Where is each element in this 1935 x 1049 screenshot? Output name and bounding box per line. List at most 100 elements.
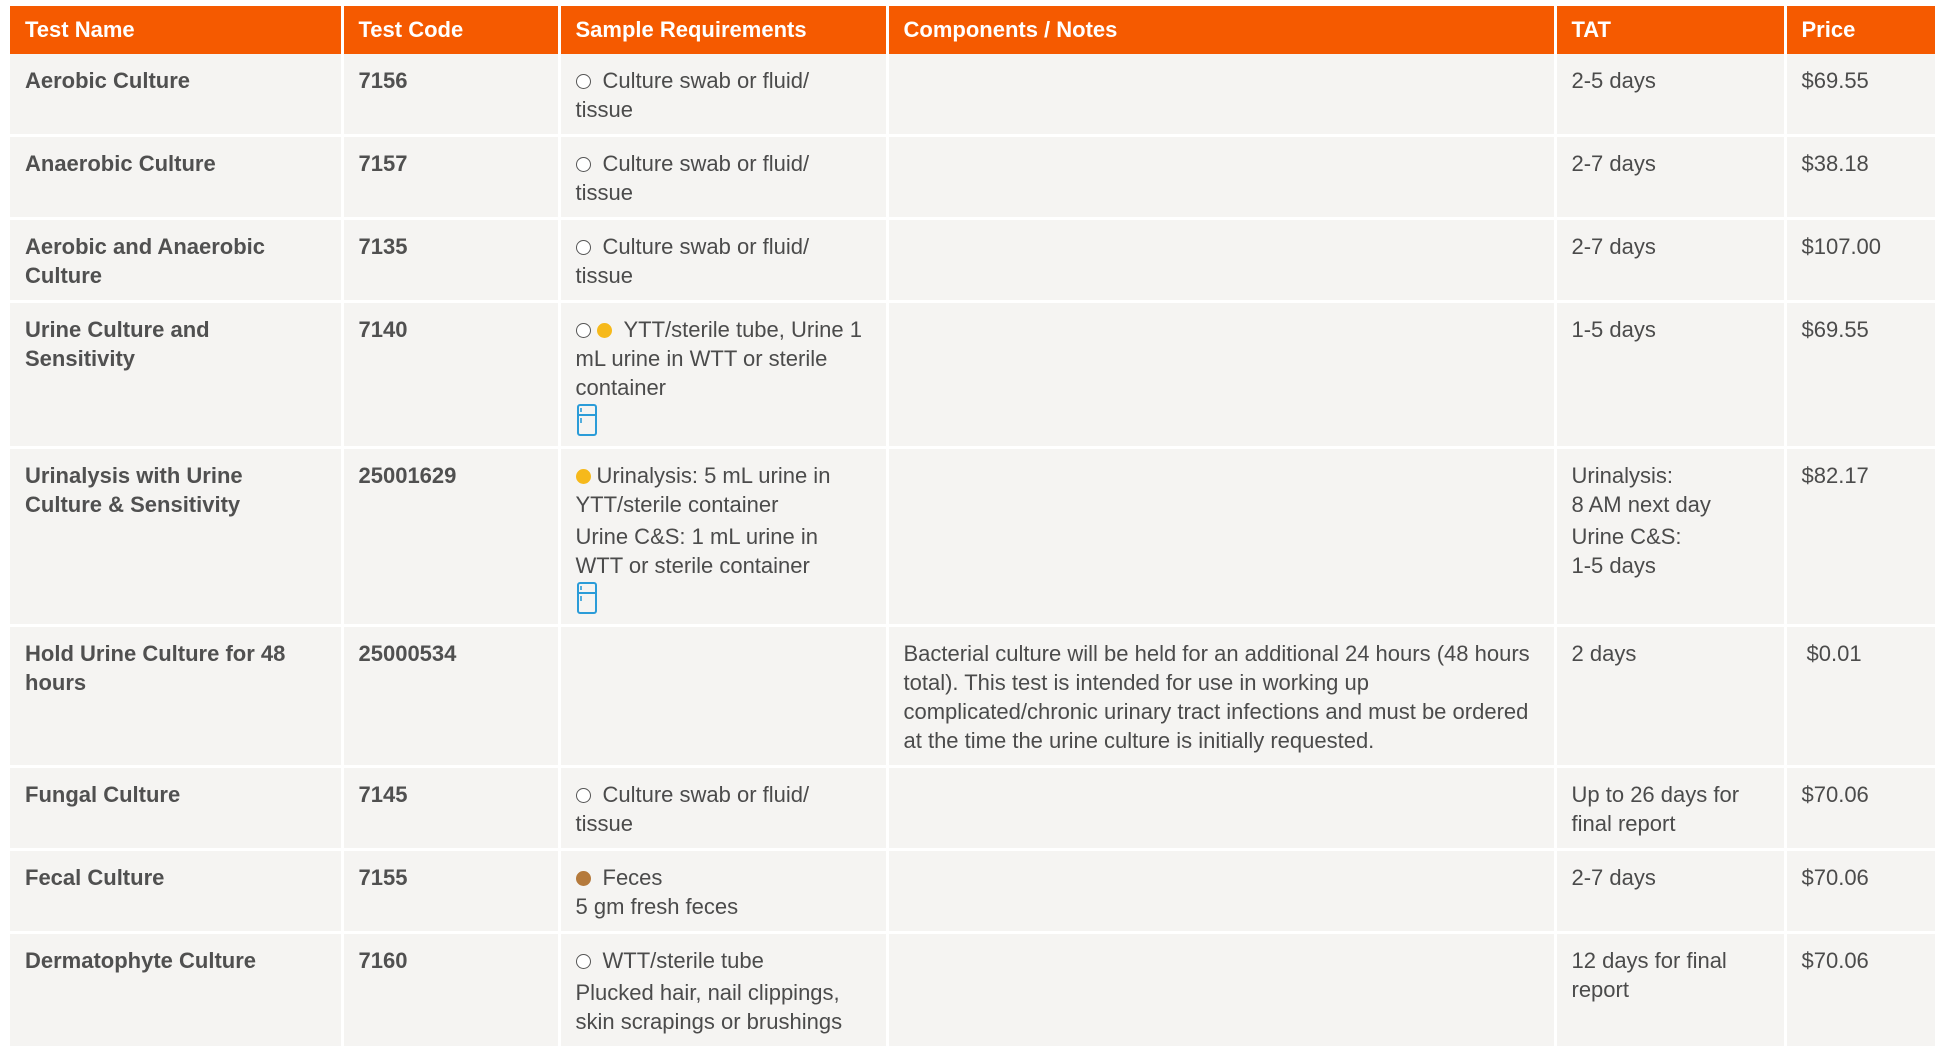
sample-text: Urinalysis: 5 mL urine in YTT/sterile co… xyxy=(575,463,831,517)
white-circle-icon xyxy=(575,157,591,172)
sample-text: WTT/sterile tube xyxy=(602,948,764,973)
sample-text: Plucked hair, nail clippings, skin scrap… xyxy=(575,980,843,1034)
header-tat: TAT xyxy=(1555,6,1787,54)
refrigerate-icon xyxy=(576,404,597,436)
tat-cell: 2-5 days xyxy=(1555,54,1787,137)
table-header-row: Test Name Test Code Sample Requirements … xyxy=(10,6,1935,54)
price-cell: $38.18 xyxy=(1785,135,1935,220)
table-row: Hold Urine Culture for 48 hours 25000534… xyxy=(10,625,1935,768)
notes-cell xyxy=(887,135,1557,220)
tat-cell: 12 days for final report xyxy=(1555,932,1787,1049)
tat-cell: 2-7 days xyxy=(1555,218,1787,303)
test-code-cell: 25001629 xyxy=(342,447,561,627)
tat-cell: Urinalysis: 8 AM next day Urine C&S: 1-5… xyxy=(1555,447,1787,627)
test-name-cell: Urine Culture and Sensitivity xyxy=(10,301,344,449)
sample-text: Culture swab or fluid/ tissue xyxy=(575,234,810,288)
test-name-cell: Aerobic Culture xyxy=(10,54,344,137)
price-cell: $82.17 xyxy=(1785,447,1935,627)
test-code-cell: 7135 xyxy=(342,218,561,303)
table-row: Urine Culture and Sensitivity 7140 YTT/s… xyxy=(10,301,1935,449)
test-code-cell: 7156 xyxy=(342,54,561,137)
sample-cell: YTT/sterile tube, Urine 1 mL urine in WT… xyxy=(559,301,889,449)
tat-cell: 2 days xyxy=(1555,625,1787,768)
table-row: Dermatophyte Culture 7160 WTT/sterile tu… xyxy=(10,932,1935,1049)
notes-cell xyxy=(887,766,1557,851)
sample-line: Urinalysis: 5 mL urine in YTT/sterile co… xyxy=(575,461,871,519)
culture-tests-table: Test Name Test Code Sample Requirements … xyxy=(10,6,1935,1049)
notes-cell xyxy=(887,54,1557,137)
header-sample-requirements: Sample Requirements xyxy=(559,6,889,54)
sample-text: Urine C&S: 1 mL urine in WTT or sterile … xyxy=(575,524,819,578)
test-code-cell: 7157 xyxy=(342,135,561,220)
yellow-circle-icon xyxy=(575,469,591,484)
test-name-cell: Aerobic and Anaerobic Culture xyxy=(10,218,344,303)
notes-cell xyxy=(887,218,1557,303)
header-test-code: Test Code xyxy=(342,6,561,54)
notes-cell: Bacterial culture will be held for an ad… xyxy=(887,625,1557,768)
test-name-cell: Fungal Culture xyxy=(10,766,344,851)
sample-line: Feces xyxy=(575,863,871,892)
table-row: Fecal Culture 7155 Feces 5 gm fresh fece… xyxy=(10,849,1935,934)
notes-cell xyxy=(887,932,1557,1049)
sample-text: Culture swab or fluid/ tissue xyxy=(575,151,810,205)
white-circle-icon xyxy=(575,240,591,255)
sample-cell: WTT/sterile tube Plucked hair, nail clip… xyxy=(559,932,889,1049)
tat-line: Urinalysis: xyxy=(1571,463,1673,488)
price-cell: $70.06 xyxy=(1785,766,1935,851)
test-code-cell: 7140 xyxy=(342,301,561,449)
header-components-notes: Components / Notes xyxy=(887,6,1557,54)
table-row: Urinalysis with Urine Culture & Sensitiv… xyxy=(10,447,1935,627)
test-code-cell: 25000534 xyxy=(342,625,561,768)
tat-line: Urine C&S: xyxy=(1571,524,1682,549)
tat-line: 1-5 days xyxy=(1571,553,1656,578)
refrigerate-icon xyxy=(576,582,597,614)
tat-cell: 2-7 days xyxy=(1555,135,1787,220)
sample-text: Feces xyxy=(602,865,663,890)
table-row: Aerobic and Anaerobic Culture 7135 Cultu… xyxy=(10,218,1935,303)
price-cell: $70.06 xyxy=(1785,932,1935,1049)
sample-cell: Urinalysis: 5 mL urine in YTT/sterile co… xyxy=(559,447,889,627)
test-code-cell: 7160 xyxy=(342,932,561,1049)
yellow-circle-icon xyxy=(596,323,612,338)
table-row: Fungal Culture 7145 Culture swab or flui… xyxy=(10,766,1935,851)
sample-cell: Culture swab or fluid/ tissue xyxy=(559,54,889,137)
test-name-cell: Hold Urine Culture for 48 hours xyxy=(10,625,344,768)
notes-cell xyxy=(887,447,1557,627)
sample-cell xyxy=(559,625,889,768)
sample-cell: Culture swab or fluid/ tissue xyxy=(559,135,889,220)
tat-cell: Up to 26 days for final report xyxy=(1555,766,1787,851)
tat-cell: 2-7 days xyxy=(1555,849,1787,934)
sample-text: 5 gm fresh feces xyxy=(575,894,739,919)
brown-circle-icon xyxy=(575,871,591,886)
sample-cell: Culture swab or fluid/ tissue xyxy=(559,218,889,303)
sample-text: Culture swab or fluid/ tissue xyxy=(575,68,810,122)
test-table-container: Test Name Test Code Sample Requirements … xyxy=(10,6,1935,1049)
tat-line: 8 AM next day xyxy=(1571,492,1711,517)
white-circle-icon xyxy=(575,954,591,969)
white-circle-icon xyxy=(575,74,591,89)
test-code-cell: 7145 xyxy=(342,766,561,851)
notes-cell xyxy=(887,849,1557,934)
test-name-cell: Urinalysis with Urine Culture & Sensitiv… xyxy=(10,447,344,627)
test-name-cell: Anaerobic Culture xyxy=(10,135,344,220)
table-row: Anaerobic Culture 7157 Culture swab or f… xyxy=(10,135,1935,220)
price-cell: $0.01 xyxy=(1785,625,1935,768)
price-cell: $70.06 xyxy=(1785,849,1935,934)
white-circle-icon xyxy=(575,323,591,338)
price-cell: $107.00 xyxy=(1785,218,1935,303)
sample-text: YTT/sterile tube, Urine 1 mL urine in WT… xyxy=(575,317,862,400)
white-circle-icon xyxy=(575,788,591,803)
notes-cell xyxy=(887,301,1557,449)
sample-text: Culture swab or fluid/ tissue xyxy=(575,782,810,836)
sample-cell: Feces 5 gm fresh feces xyxy=(559,849,889,934)
header-test-name: Test Name xyxy=(10,6,344,54)
price-cell: $69.55 xyxy=(1785,54,1935,137)
sample-cell: Culture swab or fluid/ tissue xyxy=(559,766,889,851)
header-price: Price xyxy=(1785,6,1935,54)
test-code-cell: 7155 xyxy=(342,849,561,934)
tat-cell: 1-5 days xyxy=(1555,301,1787,449)
sample-line: WTT/sterile tube xyxy=(575,946,871,975)
table-row: Aerobic Culture 7156 Culture swab or flu… xyxy=(10,54,1935,137)
price-cell: $69.55 xyxy=(1785,301,1935,449)
test-name-cell: Fecal Culture xyxy=(10,849,344,934)
